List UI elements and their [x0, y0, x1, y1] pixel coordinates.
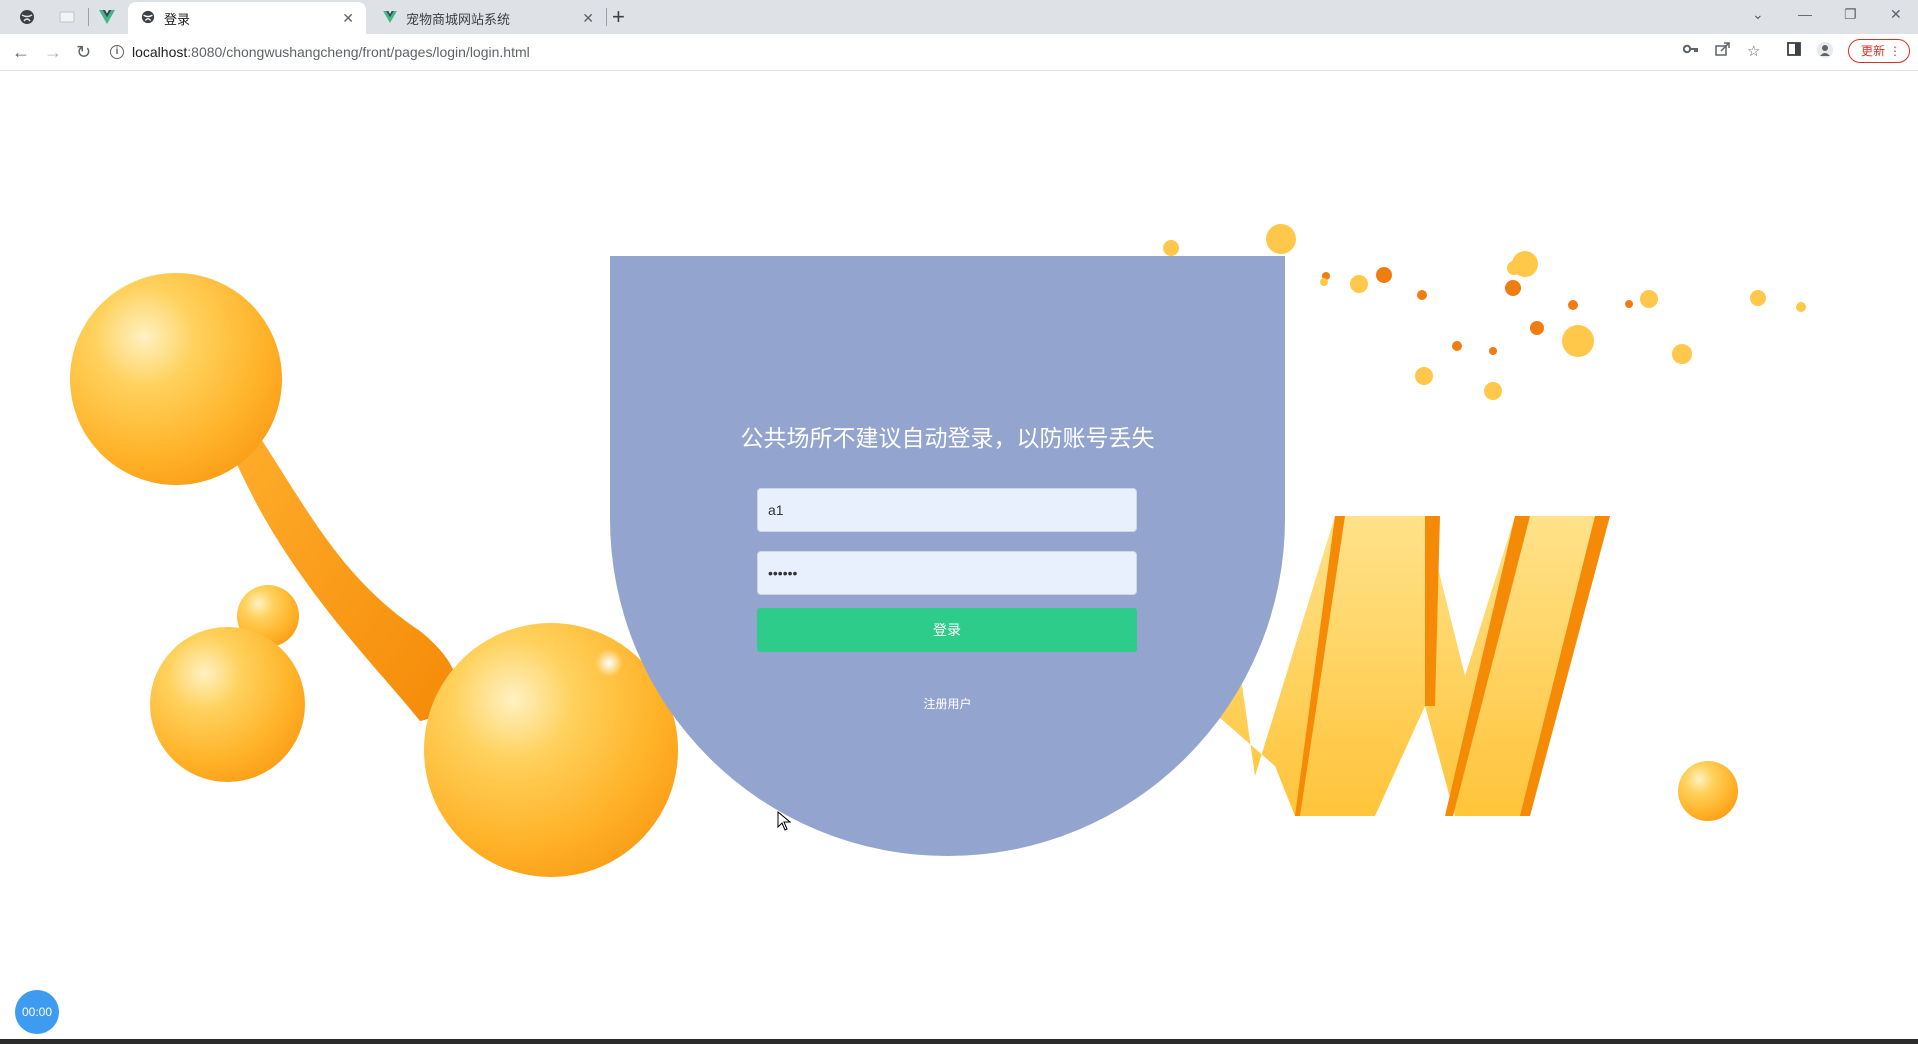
address-bar[interactable]: i localhost:8080/chongwushangcheng/front… [110, 38, 1690, 66]
pinned-tab-vue-icon[interactable] [90, 4, 124, 30]
more-vert-icon: ⋮ [1889, 44, 1901, 58]
window-close-icon[interactable]: ✕ [1890, 6, 1902, 23]
dot-decoration [1562, 325, 1594, 357]
dot-decoration [1505, 280, 1521, 296]
url-path: :8080/chongwushangcheng/front/pages/logi… [187, 44, 530, 60]
dot-decoration [1484, 382, 1502, 400]
dot-decoration [1320, 278, 1328, 286]
key-icon[interactable] [1682, 42, 1699, 59]
orange-sphere-decoration [1678, 761, 1738, 821]
url-host: localhost [132, 44, 188, 60]
orange-sphere-decoration [150, 627, 305, 782]
orange-sphere-decoration [70, 273, 282, 485]
browser-toolbar: ← → ↻ i localhost:8080/chongwushangcheng… [0, 34, 1918, 71]
dot-decoration [1350, 275, 1368, 293]
update-button[interactable]: 更新 ⋮ [1848, 39, 1910, 63]
info-icon[interactable]: i [110, 45, 124, 59]
dot-decoration [1376, 267, 1392, 283]
login-page: 公共场所不建议自动登录，以防账号丢失 登录 注册用户 [0, 71, 1918, 1039]
dot-decoration [1266, 224, 1296, 254]
back-arrow-icon[interactable]: ← [12, 40, 30, 64]
update-label: 更新 [1861, 44, 1886, 58]
tab-login[interactable]: 登录 ✕ [128, 2, 366, 34]
tab-pet-mall[interactable]: 宠物商城网站系统 ✕ [370, 2, 606, 34]
restore-icon[interactable]: ❐ [1844, 6, 1857, 23]
reload-icon[interactable]: ↻ [76, 40, 91, 64]
dot-decoration [1530, 321, 1544, 335]
dot-decoration [1672, 344, 1692, 364]
dot-decoration [1750, 290, 1766, 306]
minimize-icon[interactable]: — [1798, 6, 1812, 22]
username-input[interactable] [757, 488, 1137, 532]
vue-logo-icon [382, 10, 398, 26]
dot-decoration [1163, 240, 1179, 256]
pinned-tab-globe-icon[interactable] [10, 4, 44, 30]
dot-decoration [1415, 367, 1433, 385]
password-input[interactable] [757, 551, 1137, 595]
new-tab-button[interactable]: + [612, 4, 625, 30]
star-icon[interactable]: ☆ [1747, 42, 1760, 60]
recorder-timer-badge[interactable]: 00:00 [15, 990, 59, 1034]
close-icon[interactable]: ✕ [342, 10, 354, 27]
profile-icon[interactable] [1817, 42, 1833, 62]
sidepanel-icon[interactable] [1787, 42, 1801, 60]
register-link[interactable]: 注册用户 [610, 695, 1285, 712]
dot-decoration [1489, 347, 1497, 355]
tab-title: 宠物商城网站系统 [406, 11, 511, 27]
sparkle-decoration [595, 649, 623, 677]
dot-decoration [1625, 300, 1633, 308]
mouse-cursor-icon [777, 811, 791, 831]
tab-search-chevron-down-icon[interactable]: ⌄ [1752, 6, 1764, 23]
globe-icon [140, 10, 156, 27]
login-button[interactable]: 登录 [757, 608, 1137, 652]
dot-decoration [1417, 290, 1427, 300]
bottom-bar [0, 1039, 1918, 1044]
dot-decoration [1568, 300, 1578, 310]
login-heading: 公共场所不建议自动登录，以防账号丢失 [740, 425, 1155, 451]
browser-tab-strip: 登录 ✕ 宠物商城网站系统 ✕ + ⌄ — ❐ ✕ [0, 0, 1918, 34]
login-panel: 公共场所不建议自动登录，以防账号丢失 登录 注册用户 [610, 256, 1285, 856]
close-icon[interactable]: ✕ [582, 10, 594, 27]
share-icon[interactable] [1715, 42, 1731, 60]
forward-arrow-icon[interactable]: → [44, 40, 62, 64]
dot-decoration [1796, 302, 1806, 312]
orange-sphere-decoration [424, 623, 678, 877]
tab-title: 登录 [164, 11, 191, 27]
dot-decoration [1640, 290, 1658, 308]
dot-decoration [1507, 261, 1521, 275]
dot-decoration [1452, 341, 1462, 351]
pinned-tab-blank-icon[interactable] [50, 4, 84, 30]
